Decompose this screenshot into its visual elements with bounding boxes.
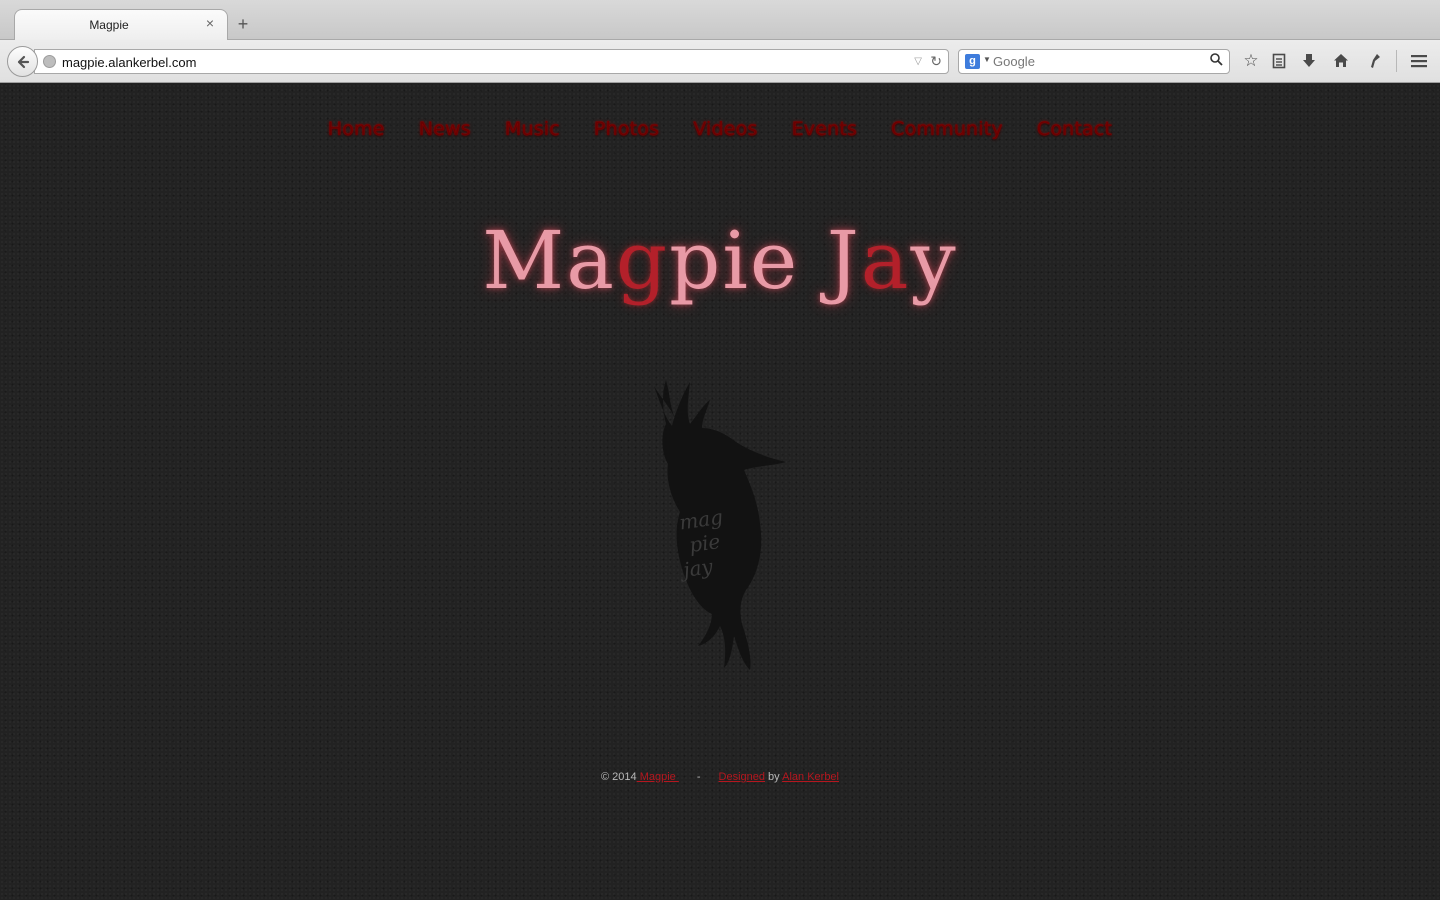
back-button[interactable] [7, 46, 38, 77]
tab-strip: Magpie × + [0, 0, 1440, 41]
toolbar-divider [1396, 50, 1397, 72]
footer-by-text: by [765, 771, 783, 783]
tab-title: Magpie [89, 18, 129, 32]
title-segment: J [826, 214, 861, 307]
nav-link-news[interactable]: News [419, 118, 471, 140]
site-identity-icon[interactable] [43, 55, 56, 68]
page-content: Home News Music Photos Videos Events Com… [0, 84, 1440, 900]
footer: © 2014 Magpie - Designed by Alan Kerbel [0, 771, 1440, 783]
back-arrow-icon [17, 55, 29, 68]
title-segment: pie [669, 214, 827, 307]
new-tab-icon[interactable]: + [234, 15, 252, 33]
logo-text: pie [688, 529, 722, 557]
nav-link-videos[interactable]: Videos [693, 118, 757, 140]
footer-separator: - [696, 771, 701, 783]
downloads-icon[interactable] [1298, 50, 1320, 72]
nav-link-events[interactable]: Events [792, 118, 858, 140]
title-segment: y [910, 214, 958, 307]
footer-designed-link[interactable]: Designed [719, 771, 765, 783]
title-segment: a [860, 214, 911, 307]
nav-link-photos[interactable]: Photos [594, 118, 659, 140]
close-tab-icon[interactable]: × [203, 16, 217, 30]
title-segment: Ma [482, 214, 616, 307]
url-bar[interactable]: magpie.alankerbel.com ▽ ↻ [34, 49, 949, 74]
reading-list-icon[interactable] [1268, 50, 1290, 72]
history-dropdown-icon[interactable]: ▽ [914, 56, 922, 67]
magpie-bird-logo: mag pie jay [654, 380, 786, 670]
feedback-icon[interactable] [1364, 50, 1386, 72]
home-icon[interactable] [1330, 50, 1352, 72]
menu-icon[interactable] [1408, 50, 1430, 72]
site-navigation: Home News Music Photos Videos Events Com… [0, 118, 1440, 140]
nav-link-community[interactable]: Community [891, 118, 1003, 140]
title-segment: g [615, 214, 670, 307]
search-bar[interactable]: g ▼ [958, 49, 1230, 74]
bookmark-star-icon[interactable]: ☆ [1240, 50, 1262, 72]
search-input[interactable] [993, 51, 1203, 72]
search-icon[interactable] [1210, 53, 1223, 69]
navigation-toolbar: magpie.alankerbel.com ▽ ↻ g ▼ ☆ [0, 40, 1440, 83]
nav-link-music[interactable]: Music [505, 118, 560, 140]
site-title: Magpie Jay [0, 214, 1440, 307]
logo-text: jay [678, 554, 715, 583]
browser-tab[interactable]: Magpie × [14, 9, 228, 41]
search-engine-icon[interactable]: g [965, 54, 980, 69]
footer-author-link[interactable]: Alan Kerbel [782, 771, 839, 783]
chevron-down-icon[interactable]: ▼ [983, 55, 991, 64]
url-text[interactable]: magpie.alankerbel.com [62, 55, 196, 70]
reload-icon[interactable]: ↻ [930, 53, 942, 70]
nav-link-home[interactable]: Home [328, 118, 385, 140]
nav-link-contact[interactable]: Contact [1037, 118, 1112, 140]
footer-site-link[interactable]: Magpie [637, 771, 679, 783]
copyright-text: © 2014 [601, 771, 637, 783]
